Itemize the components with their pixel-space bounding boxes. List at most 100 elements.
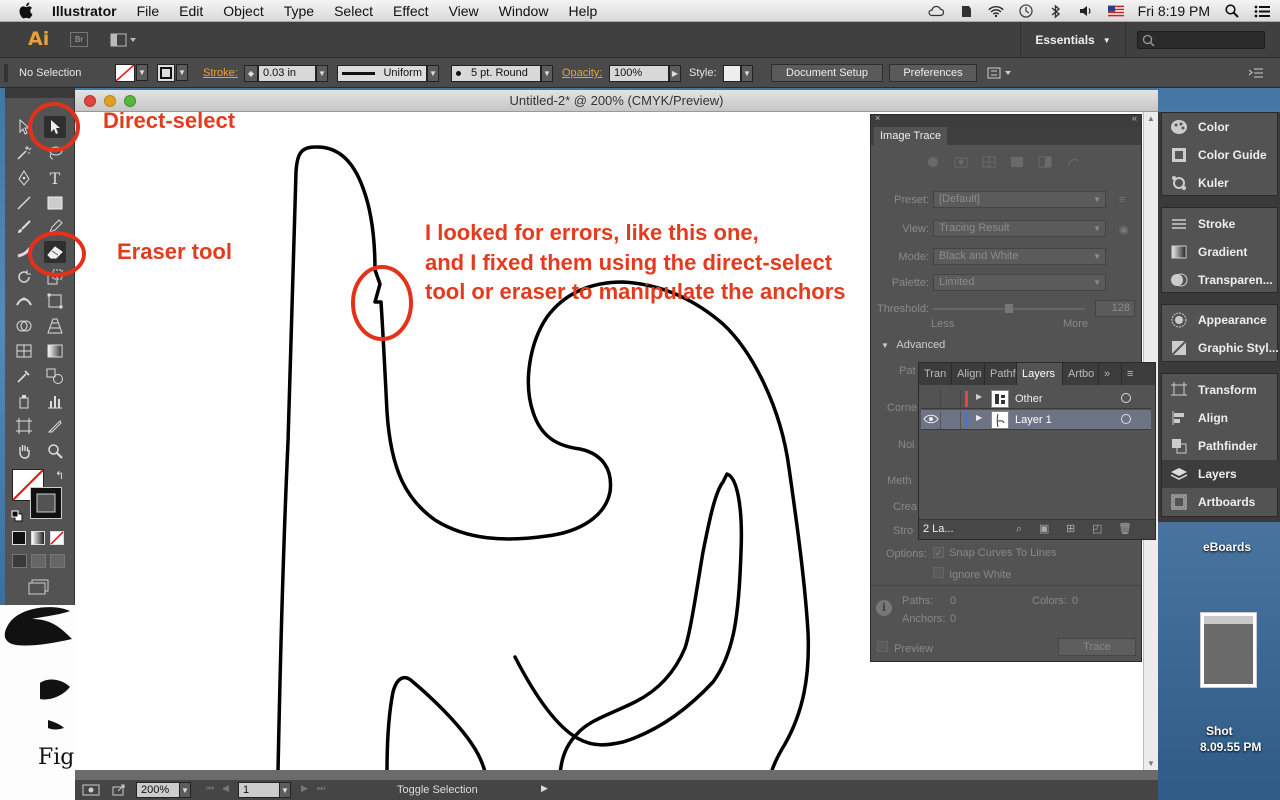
status-menu-arrow-icon[interactable]: ▶ xyxy=(541,783,548,794)
draw-behind-icon[interactable] xyxy=(31,554,46,568)
desktop-item-label[interactable]: eBoards xyxy=(1203,540,1251,554)
trace-button[interactable]: Trace xyxy=(1058,638,1136,656)
dock-item-color[interactable]: Color xyxy=(1162,113,1279,141)
dock-item-align[interactable]: Align xyxy=(1162,404,1279,432)
blend-tool-icon[interactable] xyxy=(44,365,66,387)
create-new-layer-icon[interactable]: ◰ xyxy=(1092,522,1102,535)
outline-icon[interactable] xyxy=(1065,155,1081,169)
layer-name[interactable]: Other xyxy=(1015,393,1043,405)
image-trace-header[interactable]: × « xyxy=(871,113,1141,127)
menu-select[interactable]: Select xyxy=(324,3,383,19)
bridge-button[interactable]: Br xyxy=(70,32,88,47)
opacity-control[interactable]: 100% ▶ xyxy=(609,64,681,82)
visibility-eye-icon[interactable] xyxy=(923,411,941,429)
collapse-panel-icon[interactable]: « xyxy=(1132,113,1137,123)
screen-mode-icon[interactable] xyxy=(28,579,50,598)
desktop-screenshot-label-1[interactable]: Shot xyxy=(1206,724,1233,738)
zoom-tool-icon[interactable] xyxy=(44,440,66,462)
time-machine-icon[interactable] xyxy=(1018,4,1034,18)
width-tool-icon[interactable] xyxy=(13,290,35,312)
threshold-slider[interactable] xyxy=(933,304,1085,313)
panel-menu-icon[interactable]: ≡ xyxy=(1121,363,1143,385)
palette-select[interactable]: Limited ▼ xyxy=(933,274,1106,291)
evernote-icon[interactable] xyxy=(958,4,974,18)
stroke-label-link[interactable]: Stroke: xyxy=(203,64,238,82)
fill-dropdown[interactable]: ▼ xyxy=(136,64,148,81)
dock-item-artboards[interactable]: Artboards xyxy=(1162,488,1279,516)
expand-layer-icon[interactable]: ▶ xyxy=(976,392,982,401)
swap-fill-stroke-icon[interactable]: ↰ xyxy=(55,469,64,482)
artboard-dropdown[interactable]: ▼ xyxy=(279,782,291,798)
scroll-up-icon[interactable]: ▲ xyxy=(1147,114,1155,123)
us-flag-icon[interactable] xyxy=(1107,4,1124,18)
grayscale-icon[interactable] xyxy=(1009,155,1025,169)
menubar-clock[interactable]: Fri 8:19 PM xyxy=(1138,3,1210,19)
tab-artboards[interactable]: Artbo xyxy=(1063,363,1099,385)
opacity-slider-arrow-icon[interactable]: ▶ xyxy=(669,64,681,82)
lock-toggle[interactable] xyxy=(943,390,961,408)
rectangle-tool-icon[interactable] xyxy=(44,192,66,214)
expand-layer-icon[interactable]: ▶ xyxy=(976,413,982,422)
none-mode-icon[interactable] xyxy=(50,531,64,545)
dock-item-kuler[interactable]: Kuler xyxy=(1162,169,1279,197)
color-mode-icon[interactable] xyxy=(12,531,26,545)
create-sublayer-icon[interactable]: ⊞ xyxy=(1066,522,1075,535)
fill-swatch[interactable] xyxy=(115,64,135,82)
status-text[interactable]: Toggle Selection xyxy=(397,784,478,796)
desktop-screenshot-label-2[interactable]: 8.09.55 PM xyxy=(1200,740,1261,754)
menu-file[interactable]: File xyxy=(127,3,170,19)
dock-item-transform[interactable]: Transform xyxy=(1162,376,1279,404)
dock-item-gradient[interactable]: Gradient xyxy=(1162,238,1279,266)
apple-icon[interactable] xyxy=(18,2,36,19)
app-menu[interactable]: Illustrator xyxy=(52,3,127,19)
opacity-input[interactable]: 100% xyxy=(609,64,669,82)
tools-panel-grip[interactable] xyxy=(5,88,74,98)
dock-item-transparency[interactable]: Transparen... xyxy=(1162,266,1279,294)
default-fill-stroke-icon[interactable] xyxy=(11,510,23,525)
menu-effect[interactable]: Effect xyxy=(383,3,439,19)
control-grip[interactable] xyxy=(4,64,8,82)
perspective-grid-tool-icon[interactable] xyxy=(44,315,66,337)
expand-tabs-icon[interactable]: » xyxy=(1099,363,1121,385)
tab-layers[interactable]: Layers xyxy=(1017,363,1063,385)
column-graph-tool-icon[interactable] xyxy=(44,390,66,412)
document-setup-button[interactable]: Document Setup xyxy=(771,64,883,82)
dock-item-stroke[interactable]: Stroke xyxy=(1162,210,1279,238)
layer-name[interactable]: Layer 1 xyxy=(1015,414,1052,426)
tab-image-trace[interactable]: Image Trace xyxy=(874,127,948,145)
menu-type[interactable]: Type xyxy=(274,3,324,19)
layer-row-other[interactable]: ▶ Other xyxy=(921,389,1151,409)
magic-wand-tool-icon[interactable] xyxy=(13,142,35,164)
close-window-icon[interactable] xyxy=(84,95,96,107)
stroke-color-swatch[interactable] xyxy=(30,487,62,519)
slice-tool-icon[interactable] xyxy=(44,415,66,437)
preset-select[interactable]: [Default] ▼ xyxy=(933,191,1106,208)
brush-dropdown[interactable]: ▼ xyxy=(541,64,553,82)
volume-icon[interactable] xyxy=(1078,4,1094,18)
shape-builder-tool-icon[interactable] xyxy=(13,315,35,337)
pen-tool-icon[interactable] xyxy=(13,167,35,189)
visibility-toggle[interactable] xyxy=(923,390,941,408)
type-tool-icon[interactable]: T xyxy=(44,167,66,189)
preset-menu-icon[interactable]: ≡ xyxy=(1119,194,1125,206)
dock-item-pathfinder[interactable]: Pathfinder xyxy=(1162,432,1279,460)
preview-checkbox[interactable]: Preview xyxy=(877,641,933,655)
scroll-down-icon[interactable]: ▼ xyxy=(1147,759,1155,768)
threshold-slider-thumb[interactable] xyxy=(1005,304,1013,313)
bluetooth-icon[interactable] xyxy=(1048,3,1064,19)
gradient-mode-icon[interactable] xyxy=(31,531,45,545)
help-search-input[interactable] xyxy=(1137,31,1265,49)
creative-cloud-icon[interactable] xyxy=(928,4,944,18)
lock-toggle[interactable] xyxy=(943,411,961,429)
stroke-swatch[interactable] xyxy=(157,64,175,82)
gpu-preview-icon[interactable] xyxy=(82,783,102,800)
low-color-icon[interactable] xyxy=(981,155,997,169)
advanced-disclosure[interactable]: ▼ Advanced xyxy=(881,339,945,351)
zoom-window-icon[interactable] xyxy=(124,95,136,107)
minimize-window-icon[interactable] xyxy=(104,95,116,107)
view-select[interactable]: Tracing Result ▼ xyxy=(933,220,1106,237)
spotlight-icon[interactable] xyxy=(1224,4,1240,18)
tab-align[interactable]: Align xyxy=(952,363,985,385)
variable-width-profile[interactable]: Uniform ▼ xyxy=(337,64,439,82)
workspace-switcher[interactable]: Essentials ▼ xyxy=(1020,22,1126,58)
